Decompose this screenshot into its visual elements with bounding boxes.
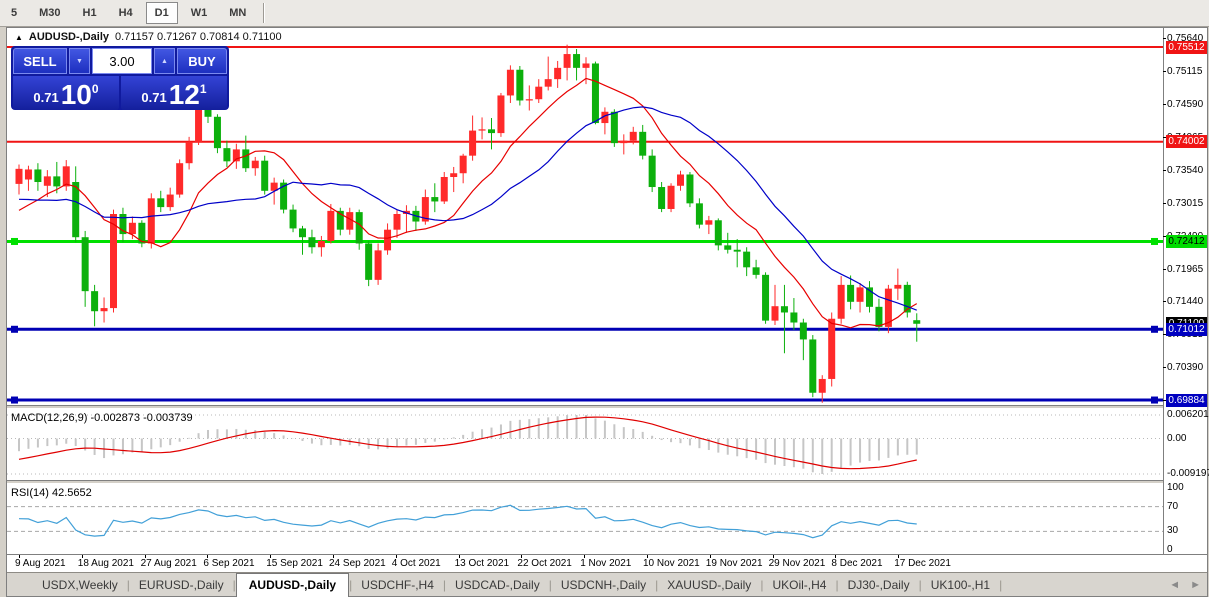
symbol-tab-eurusd[interactable]: EURUSD-,Daily (130, 575, 233, 596)
line-handle-right[interactable] (1151, 326, 1158, 333)
sell-price-display[interactable]: 0.71 10 0 (13, 76, 119, 110)
chevron-up-icon: ▲ (161, 58, 168, 65)
date-label: 22 Oct 2021 (517, 558, 571, 569)
tab-next-arrow[interactable]: ► (1190, 579, 1201, 591)
date-label: 17 Dec 2021 (894, 558, 951, 569)
date-label: 4 Oct 2021 (392, 558, 441, 569)
line-handle-left[interactable] (11, 238, 18, 245)
price-axis-tick: 0.71440 (1167, 296, 1206, 308)
symbol-tab-ukoil[interactable]: UKOil-,H4 (763, 575, 835, 596)
macd-indicator-label: MACD(12,26,9) -0.002873 -0.003739 (11, 412, 193, 424)
symbol-tab-dj30[interactable]: DJ30-,Daily (839, 575, 919, 596)
date-label: 24 Sep 2021 (329, 558, 386, 569)
buy-price-prefix: 0.71 (141, 90, 166, 105)
timeframe-button-h4[interactable]: H4 (110, 2, 142, 24)
line-handle-left[interactable] (11, 326, 18, 333)
rsi-pane-splitter[interactable] (7, 480, 1207, 484)
tab-separator: | (999, 578, 1002, 596)
buy-price-pip: 1 (200, 82, 207, 96)
date-label: 15 Sep 2021 (266, 558, 323, 569)
date-label: 27 Aug 2021 (141, 558, 197, 569)
buy-button[interactable]: BUY (177, 48, 227, 74)
price-axis-tick: 0.75115 (1167, 66, 1206, 78)
price-axis-tick: 0.70390 (1167, 362, 1206, 374)
date-label: 1 Nov 2021 (580, 558, 631, 569)
indicator-axis-tick: 0 (1167, 544, 1173, 556)
chart-header: ▲ AUDUSD-,Daily 0.71157 0.71267 0.70814 … (15, 31, 282, 43)
timeframe-button-w1[interactable]: W1 (182, 2, 217, 24)
indicator-axis-tick: 0.006201 (1167, 409, 1209, 421)
symbol-tab-usdcad[interactable]: USDCAD-,Daily (446, 575, 549, 596)
timeframe-button-5[interactable]: 5 (2, 2, 26, 24)
chart-symbol-label: AUDUSD-,Daily (29, 31, 109, 43)
indicator-axis-tick: 70 (1167, 501, 1178, 513)
indicator-axis-tick: 100 (1167, 482, 1184, 494)
line-handle-right[interactable] (1151, 238, 1158, 245)
buy-price-display[interactable]: 0.71 12 1 (121, 76, 227, 110)
date-label: 6 Sep 2021 (203, 558, 254, 569)
buy-price-main: 12 (169, 82, 200, 108)
chevron-down-icon: ▼ (76, 58, 83, 65)
macd-pane-splitter[interactable] (7, 405, 1207, 409)
timeframe-button-mn[interactable]: MN (220, 2, 255, 24)
volume-increase-button[interactable]: ▲ (154, 48, 175, 74)
timeframe-button-d1[interactable]: D1 (146, 2, 178, 24)
price-axis-tick: 0.73015 (1167, 198, 1206, 210)
volume-input[interactable] (92, 48, 152, 74)
symbol-tab-audusd[interactable]: AUDUSD-,Daily (236, 573, 349, 597)
tab-prev-arrow[interactable]: ◄ (1169, 579, 1180, 591)
symbol-tab-usdcnh[interactable]: USDCNH-,Daily (552, 575, 655, 596)
line-price-label: 0.69884 (1166, 394, 1207, 407)
date-label: 18 Aug 2021 (78, 558, 134, 569)
indicator-axis-tick: 30 (1167, 525, 1178, 537)
date-label: 9 Aug 2021 (15, 558, 66, 569)
date-label: 13 Oct 2021 (455, 558, 509, 569)
timeframe-button-h1[interactable]: H1 (74, 2, 106, 24)
sell-price-main: 10 (61, 82, 92, 108)
sell-price-pip: 0 (92, 82, 99, 96)
tab-nav: ◄► (1169, 579, 1201, 591)
volume-decrease-button[interactable]: ▼ (69, 48, 90, 74)
chart-ohlc-values: 0.71157 0.71267 0.70814 0.71100 (115, 31, 282, 43)
line-price-label: 0.75512 (1166, 41, 1207, 54)
line-price-label: 0.72412 (1166, 235, 1207, 248)
timeframe-toolbar: 5M30H1H4D1W1MN (0, 0, 1209, 27)
chart-window: ▲ AUDUSD-,Daily 0.71157 0.71267 0.70814 … (6, 27, 1208, 597)
rsi-indicator-label: RSI(14) 42.5652 (11, 487, 92, 499)
symbol-tab-usdx[interactable]: USDX,Weekly (33, 575, 127, 596)
price-axis-tick: 0.73540 (1167, 165, 1206, 177)
symbol-tab-xauusd[interactable]: XAUUSD-,Daily (658, 575, 760, 596)
one-click-trade-panel: SELL ▼ ▲ BUY 0.71 10 0 0.71 12 1 (11, 46, 229, 110)
indicator-axis-tick: 0.00 (1167, 433, 1186, 445)
line-price-label: 0.74002 (1166, 135, 1207, 148)
date-axis[interactable]: 9 Aug 2021 18 Aug 2021 27 Aug 2021 6 Sep 20… (7, 554, 1207, 572)
timeframe-button-m30[interactable]: M30 (30, 2, 69, 24)
price-axis-tick: 0.74590 (1167, 99, 1206, 111)
toolbar-separator (263, 3, 265, 23)
symbol-tab-usdchf[interactable]: USDCHF-,H4 (352, 575, 443, 596)
date-label: 19 Nov 2021 (706, 558, 763, 569)
symbol-tab-bar: USDX,Weekly|EURUSD-,Daily|AUDUSD-,Daily|… (7, 572, 1207, 596)
date-label: 29 Nov 2021 (769, 558, 826, 569)
line-handle-right[interactable] (1151, 397, 1158, 404)
indicator-axis-tick: -0.009197 (1167, 468, 1209, 480)
collapse-arrow-icon[interactable]: ▲ (15, 33, 23, 42)
price-axis-tick: 0.71965 (1167, 264, 1206, 276)
sell-button[interactable]: SELL (13, 48, 67, 74)
symbol-tab-uk100[interactable]: UK100-,H1 (922, 575, 999, 596)
date-label: 10 Nov 2021 (643, 558, 700, 569)
date-label: 8 Dec 2021 (831, 558, 882, 569)
line-price-label: 0.71012 (1166, 323, 1207, 336)
sell-price-prefix: 0.71 (33, 90, 58, 105)
line-handle-left[interactable] (11, 397, 18, 404)
